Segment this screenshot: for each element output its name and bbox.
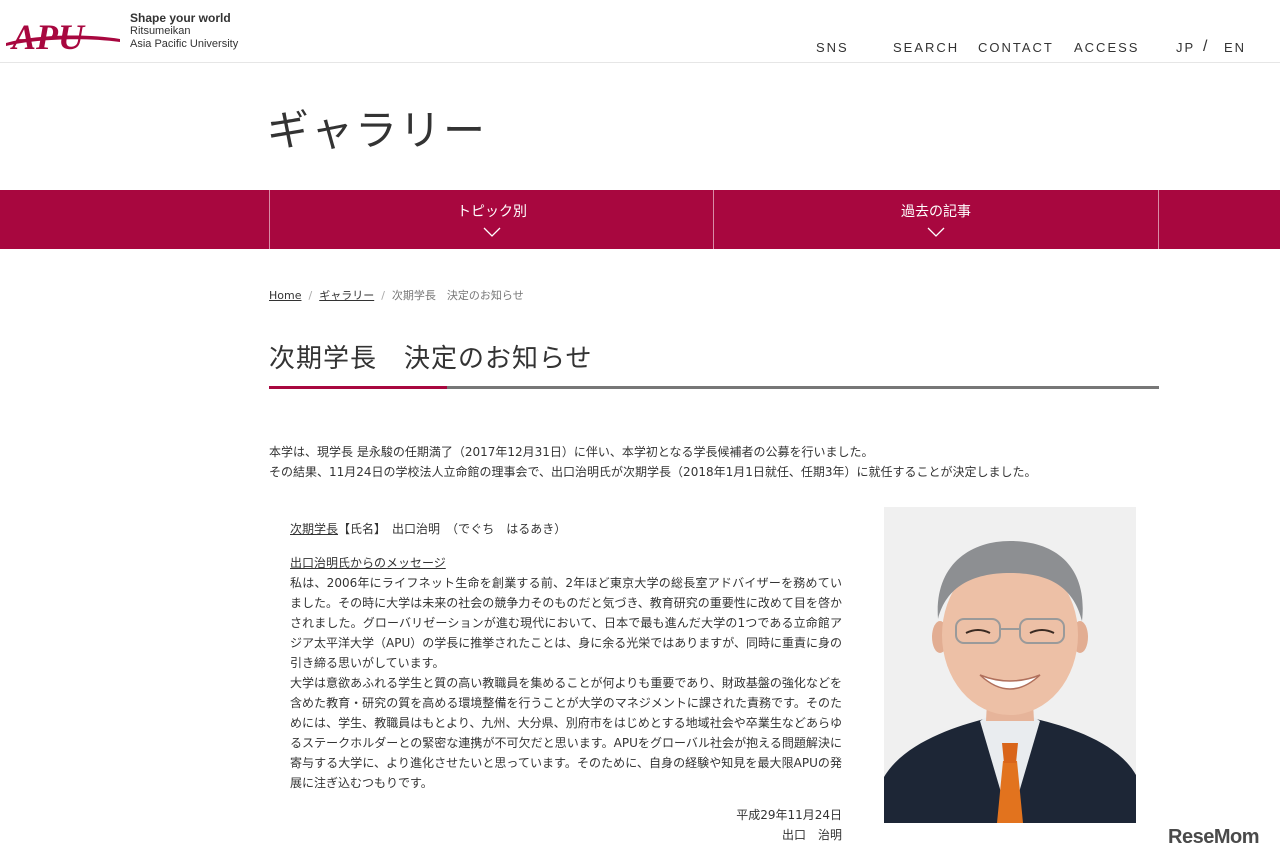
nav-contact-link[interactable]: CONTACT [978,40,1054,55]
intro-line: 本学は、現学長 是永駿の任期満了（2017年12月31日）に伴い、本学初となる学… [269,445,874,459]
breadcrumb: Home / ギャラリー / 次期学長 決定のお知らせ [269,287,524,303]
topics-dropdown[interactable]: トピック別 [269,190,714,249]
category-bar: トピック別 過去の記事 [0,190,1280,249]
nav-search-link[interactable]: SEARCH [893,40,959,55]
article-intro: 本学は、現学長 是永駿の任期満了（2017年12月31日）に伴い、本学初となる学… [269,442,1037,482]
nav-sns-link[interactable]: SNS [816,40,849,55]
site-header: APU Shape your world Ritsumeikan Asia Pa… [0,0,1280,63]
president-portrait-photo [884,507,1136,823]
signature-date: 平成29年11月24日 [736,808,842,822]
chevron-down-icon [927,227,945,237]
site-tagline: Shape your world Ritsumeikan Asia Pacifi… [130,11,238,51]
archive-dropdown[interactable]: 過去の記事 [713,190,1159,249]
archive-label: 過去の記事 [901,204,971,220]
chevron-down-icon [483,227,501,237]
breadcrumb-home-link[interactable]: Home [269,289,301,302]
nav-access-link[interactable]: ACCESS [1074,40,1139,55]
president-name: 【氏名】 出口治明 （でぐち はるあき） [338,522,567,536]
resemom-watermark: ReseMom [1168,826,1259,848]
logo-text: APU [10,17,86,55]
tagline-text: Shape your world [130,11,231,25]
portrait-illustration [884,507,1136,823]
signature-name: 出口 治明 [781,828,842,842]
president-name-line: 次期学長【氏名】 出口治明 （でぐち はるあき） [290,519,842,539]
title-underline [269,386,1159,389]
breadcrumb-gallery-link[interactable]: ギャラリー [319,289,374,302]
title-underline-accent [269,386,447,389]
message-paragraph: 私は、2006年にライフネット生命を創業する前、2年ほど東京大学の総長室アドバイ… [290,576,842,670]
message-paragraph: 大学は意欲あふれる学生と質の高い教職員を集めることが何よりも重要であり、財政基盤… [290,676,842,790]
article-title: 次期学長 決定のお知らせ [269,344,593,374]
breadcrumb-current: 次期学長 決定のお知らせ [391,289,524,302]
topics-label: トピック別 [457,204,527,220]
org-name-line2: Asia Pacific University [130,38,239,50]
lang-en-link[interactable]: EN [1224,40,1246,55]
message-heading: 出口治明氏からのメッセージ [290,556,446,570]
intro-line: その結果、11月24日の学校法人立命館の理事会で、出口治明氏が次期学長（2018… [269,465,1037,479]
president-title-link[interactable]: 次期学長 [290,522,338,536]
lang-separator: / [1203,38,1208,55]
breadcrumb-separator: / [381,289,385,302]
lang-jp-link[interactable]: JP [1176,40,1195,55]
page-title: ギャラリー [267,106,488,155]
apu-logo[interactable]: APU [4,11,122,55]
article-body: 次期学長【氏名】 出口治明 （でぐち はるあき） 出口治明氏からのメッセージ 私… [290,519,842,845]
breadcrumb-separator: / [308,289,313,302]
org-name-line1: Ritsumeikan [130,25,191,37]
signature: 平成29年11月24日 出口 治明 [290,805,842,845]
